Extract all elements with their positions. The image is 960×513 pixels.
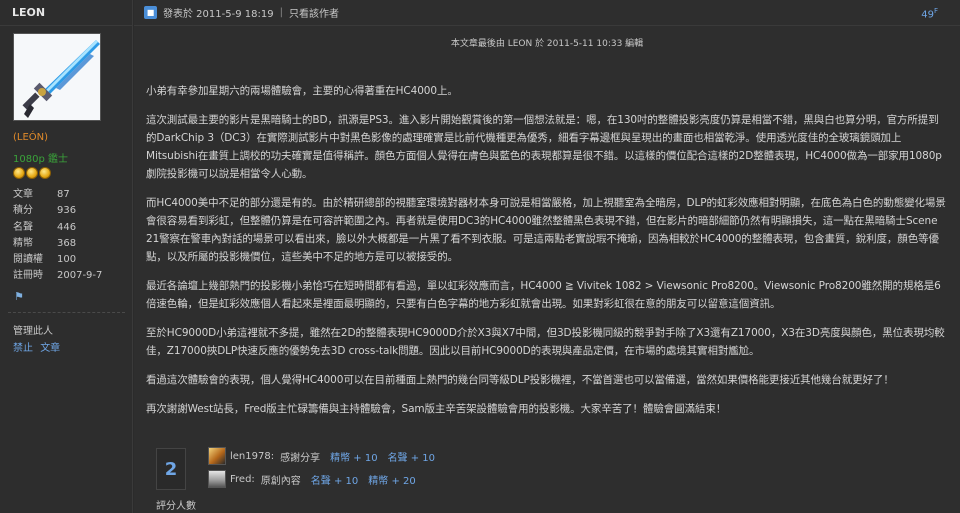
star-icon (39, 167, 51, 179)
stat-label: 閱讀權 (13, 254, 43, 266)
post-paragraph: 小弟有幸參加星期六的兩場體驗會，主要的心得著重在HC4000上。 (146, 85, 458, 97)
rater-name[interactable]: len1978: (230, 451, 274, 462)
author-name[interactable]: LEON (0, 0, 132, 26)
author-sidebar: LEON (LEÓN) 1080p 鑑士 文章 87 積分 936 名聲 446 精幣… (0, 0, 133, 513)
stat-label: 文章 (13, 189, 33, 200)
sidebar-divider (8, 312, 125, 313)
post-content: 小弟有幸參加星期六的兩場體驗會，主要的心得著重在HC4000上。 這次測試最主要… (146, 82, 946, 429)
rater-row: Fred: 原創內容 名聲 + 10 精幣 + 20 (208, 469, 426, 489)
medal-icon[interactable]: ⚑ (14, 290, 24, 303)
user-rank: (LEÓN) (13, 132, 49, 143)
rater-reason: 原創內容 (260, 475, 301, 487)
post-paragraph: 這次測試最主要的影片是黑暗騎士的BD，訊源是PS3。進入影片開始觀賞後的第一個想… (146, 114, 942, 180)
stat-value: 87 (57, 189, 70, 200)
stat-value: 936 (57, 205, 77, 217)
stat-row: 名聲 446 (13, 220, 123, 236)
star-icon (26, 167, 38, 179)
star-icon (13, 167, 25, 179)
stat-label: 積分 (13, 205, 33, 217)
stat-label: 精幣 (13, 237, 33, 249)
stat-value: 2007-9-7 (57, 270, 103, 282)
post-paragraph: 至於HC9000D小弟這裡就不多提，雖然在2D的整體表現HC9000D介於X3與… (146, 327, 945, 357)
stat-row: 積分 936 (13, 203, 123, 219)
rater-score: 名聲 + 10 (387, 452, 436, 464)
rating-count[interactable]: 2 (156, 448, 186, 490)
admin-label: 管理此人 (13, 326, 53, 337)
stat-value: 100 (57, 254, 77, 266)
avatar[interactable] (13, 33, 101, 121)
rank-stars (13, 167, 51, 179)
header-separator: | (279, 7, 283, 18)
post-paragraph: 而HC4000美中不足的部分還是有的。由於精研總部的視聽室環境對器材本身可說是相… (146, 197, 946, 263)
ban-user-link[interactable]: 禁止 (13, 343, 33, 354)
stat-label: 名聲 (13, 221, 33, 233)
post-paragraph: 再次謝謝West站長，Fred版主忙碌籌備與主持體驗會，Sam版主辛苦架設體驗會… (146, 403, 727, 415)
stat-row: 精幣 368 (13, 236, 123, 252)
post-header: ■ 發表於 2011-5-9 18:19 | 只看該作者 49F (134, 0, 960, 26)
only-author-link[interactable]: 只看該作者 (289, 5, 339, 20)
floor-number[interactable]: 49F (921, 7, 938, 20)
user-title: 1080p 鑑士 (13, 154, 68, 165)
stat-row: 文章 87 (13, 187, 123, 203)
stat-value: 368 (57, 237, 77, 249)
admin-actions: 禁止 文章 (13, 339, 64, 354)
stat-value: 446 (57, 221, 77, 233)
stat-row: 閱讀權 100 (13, 252, 123, 268)
post-main: ■ 發表於 2011-5-9 18:19 | 只看該作者 49F 本文章最後由 … (134, 0, 960, 513)
rater-score: 精幣 + 20 (368, 475, 416, 487)
stat-label: 註冊時 (13, 270, 43, 282)
rater-name[interactable]: Fred: (230, 474, 255, 485)
floor-suffix: F (933, 7, 938, 15)
sword-avatar-image (14, 34, 100, 120)
rater-score: 精幣 + 10 (330, 452, 378, 464)
post-paragraph: 看過這次體驗會的表現，個人覺得HC4000可以在目前種面上熱門的幾台同等級DLP… (146, 374, 894, 386)
rater-score: 名聲 + 10 (310, 475, 359, 487)
stat-row: 註冊時 2007-9-7 (13, 268, 123, 284)
rater-avatar[interactable] (208, 470, 226, 488)
ban-posts-link[interactable]: 文章 (40, 343, 60, 354)
floor-value: 49 (921, 9, 934, 21)
rater-row: len1978: 感謝分享 精幣 + 10 名聲 + 10 (208, 446, 445, 466)
edit-note: 本文章最後由 LEON 於 2011-5-11 10:33 編輯 (450, 39, 644, 49)
post-timestamp: 發表於 2011-5-9 18:19 (163, 9, 274, 20)
rater-avatar[interactable] (208, 447, 226, 465)
user-stats: 文章 87 積分 936 名聲 446 精幣 368 閱讀權 100 註冊時 2007-9-… (13, 187, 123, 285)
rating-label: 評分人數 (156, 501, 196, 512)
rater-reason: 感謝分享 (280, 452, 321, 464)
post-status-icon: ■ (144, 6, 157, 19)
post-paragraph: 最近各論壇上幾部熱門的投影機小弟恰巧在短時間都有看過，單以虹彩效應而言，HC40… (146, 280, 941, 310)
